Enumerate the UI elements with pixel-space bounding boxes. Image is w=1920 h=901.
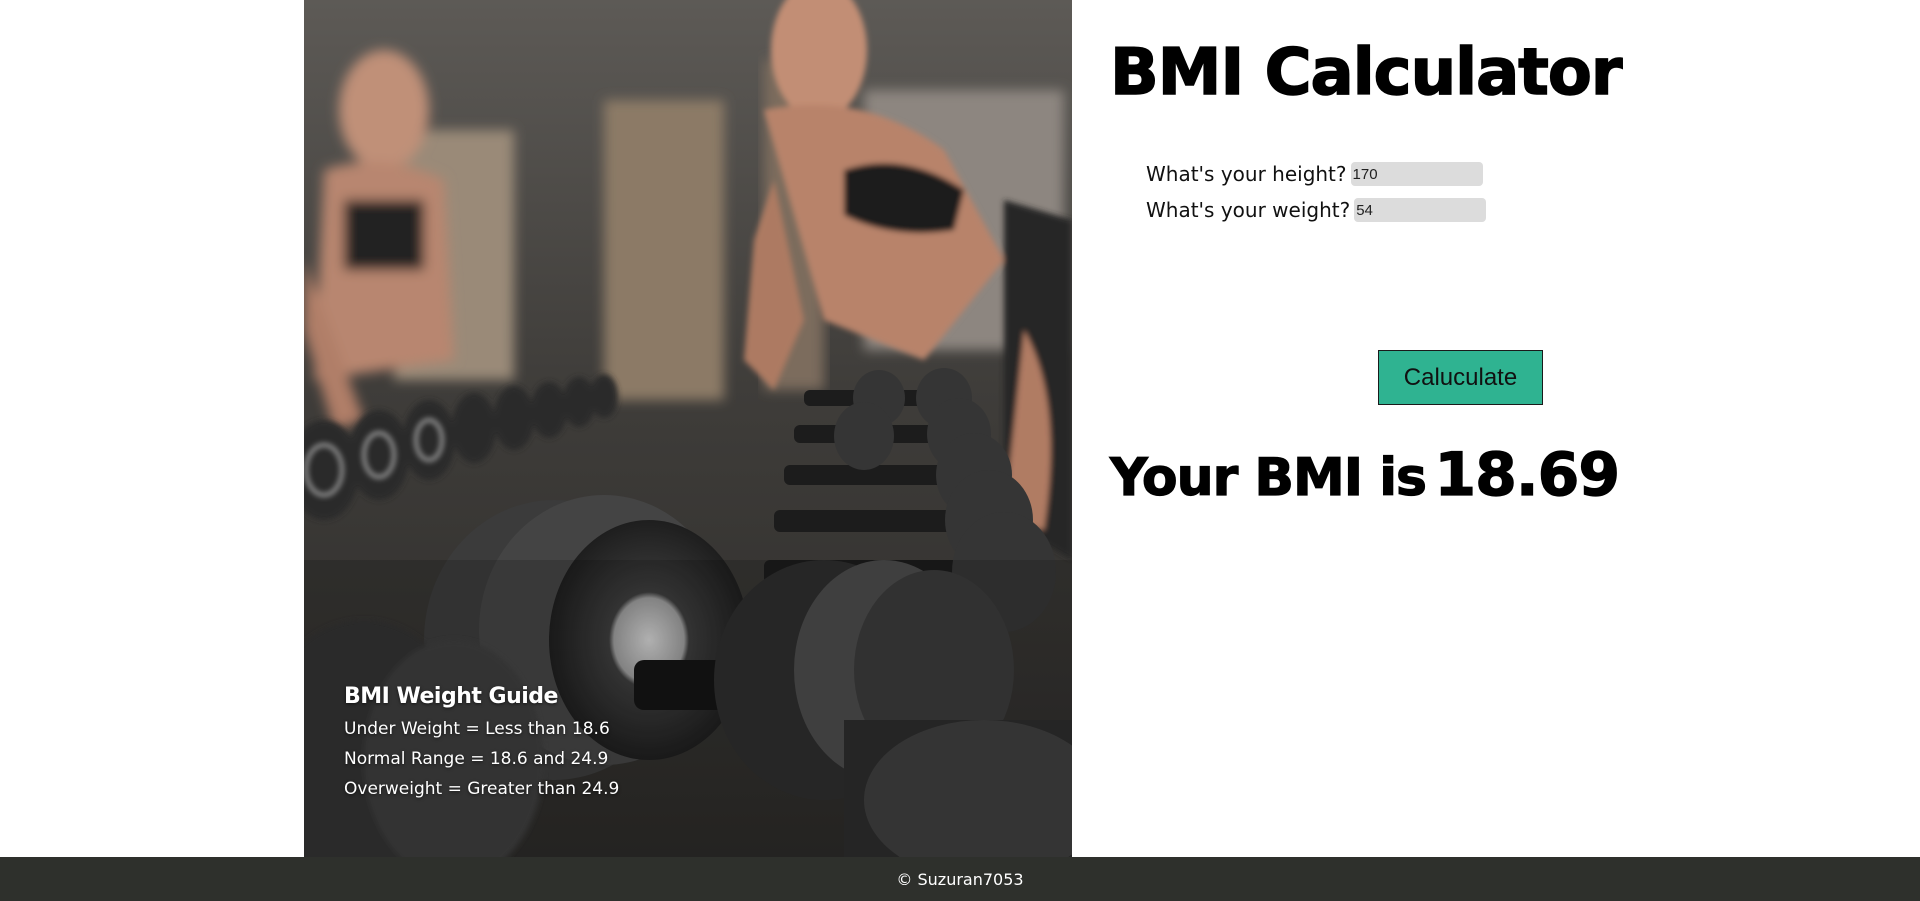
bmi-result: Your BMI is 18.69 xyxy=(1109,439,1621,510)
guide-overweight: Overweight = Greater than 24.9 xyxy=(344,779,620,799)
guide-underweight: Under Weight = Less than 18.6 xyxy=(344,719,610,739)
bmi-weight-guide: BMI Weight Guide Under Weight = Less tha… xyxy=(344,684,619,809)
guide-normal: Normal Range = 18.6 and 24.9 xyxy=(344,749,609,769)
gym-photo: BMI Weight Guide Under Weight = Less tha… xyxy=(304,0,1072,857)
calculate-button[interactable]: Caluculate xyxy=(1378,350,1543,405)
result-prefix: Your BMI is xyxy=(1109,447,1427,508)
footer-copyright: © Suzuran7053 xyxy=(896,869,1024,889)
weight-input[interactable] xyxy=(1354,198,1487,222)
result-value: 18.69 xyxy=(1434,439,1621,510)
page-title: BMI Calculator xyxy=(1109,35,1623,111)
weight-label: What's your weight? xyxy=(1146,198,1351,222)
footer: © Suzuran7053 xyxy=(0,857,1920,901)
height-input[interactable] xyxy=(1350,162,1483,186)
height-row: What's your height? xyxy=(1146,162,1483,186)
page: BMI Weight Guide Under Weight = Less tha… xyxy=(0,0,1920,901)
height-label: What's your height? xyxy=(1146,162,1347,186)
guide-title: BMI Weight Guide xyxy=(344,684,558,709)
weight-row: What's your weight? xyxy=(1146,198,1487,222)
